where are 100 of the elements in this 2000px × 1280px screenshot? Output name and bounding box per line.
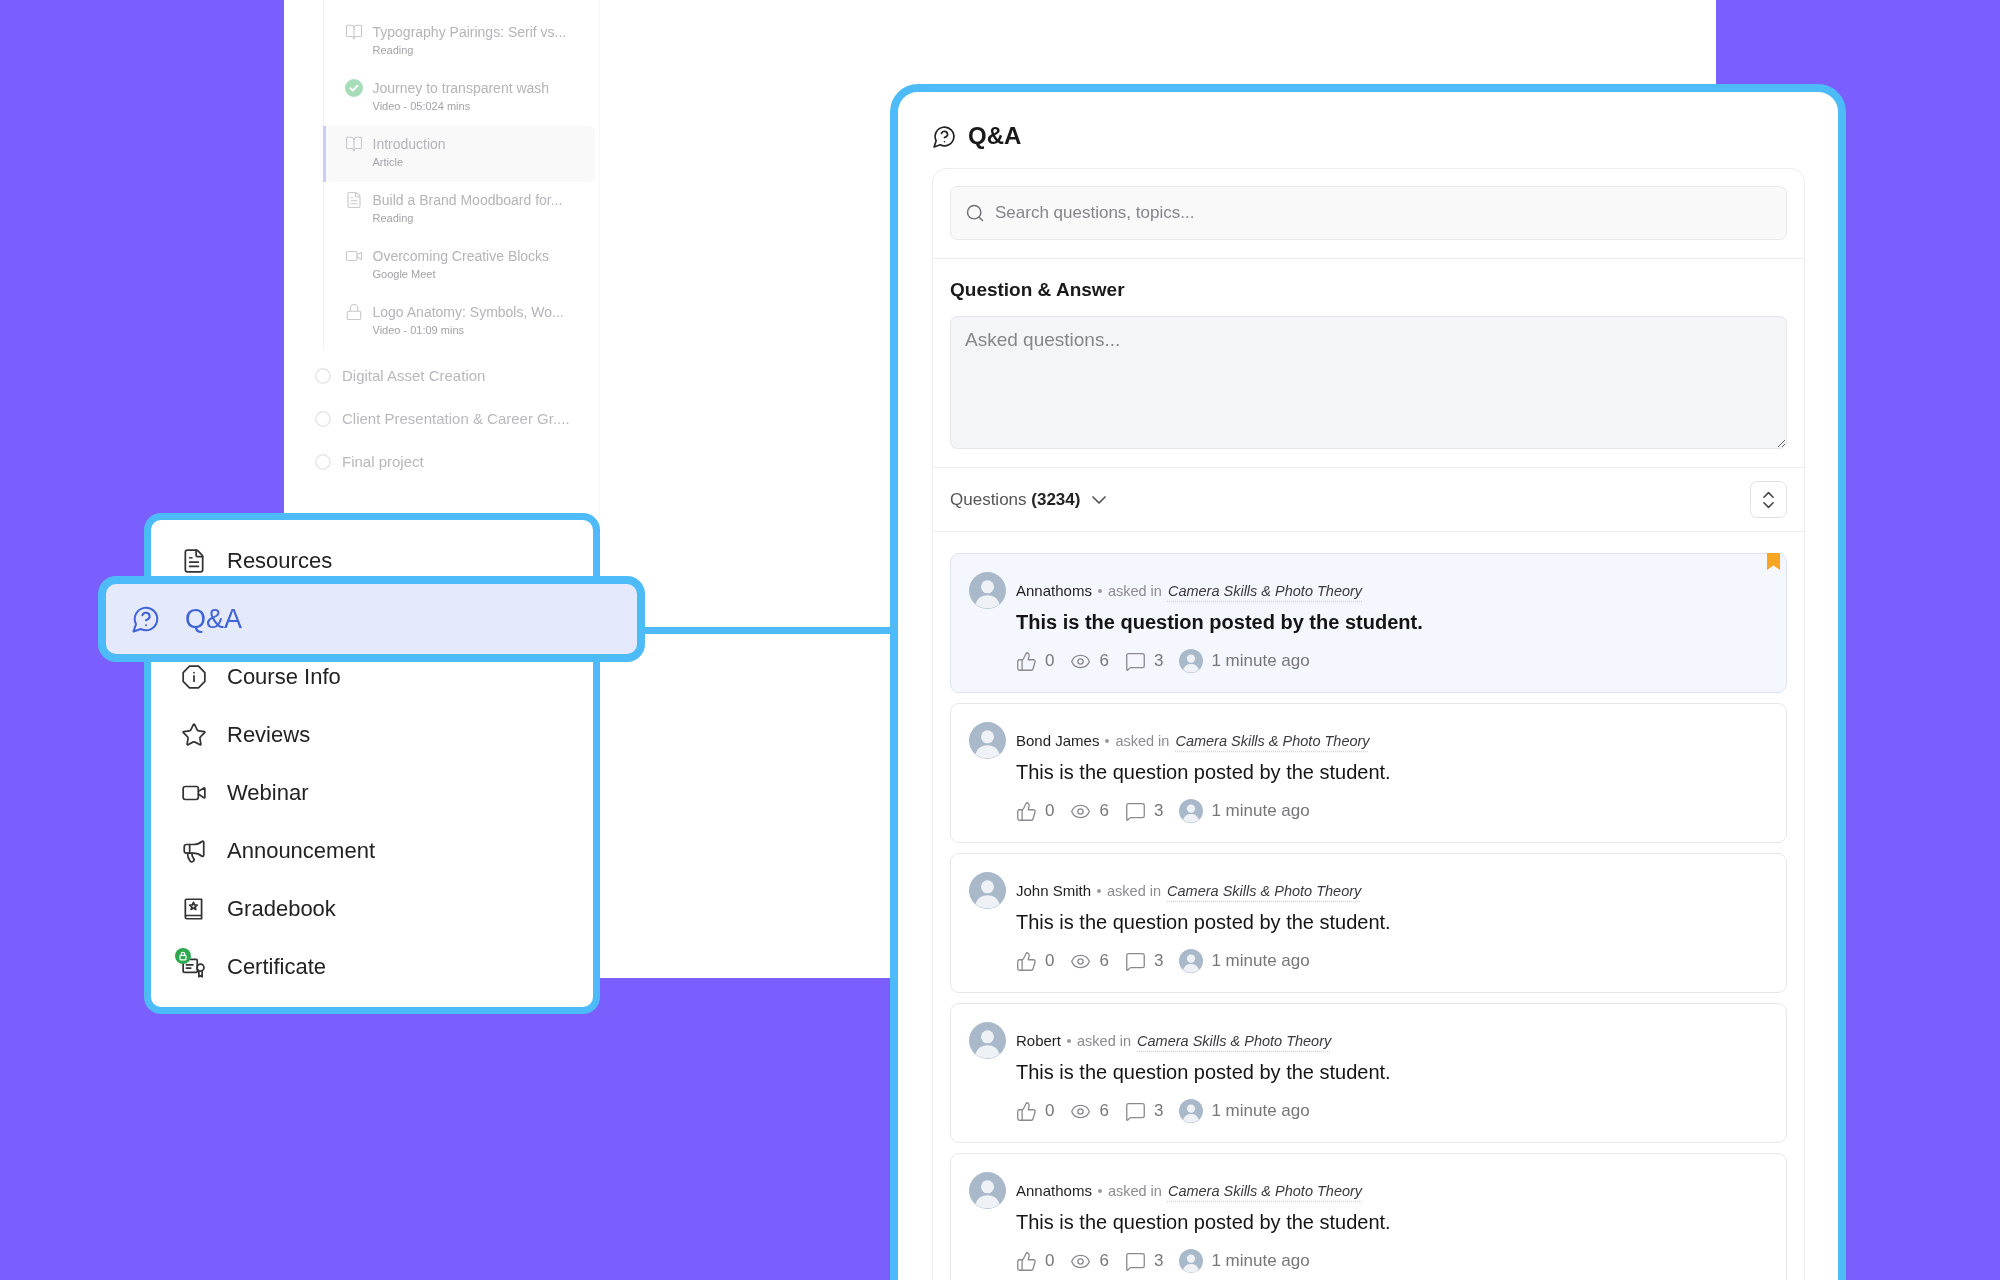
- info-icon: [181, 664, 207, 690]
- menu-item[interactable]: Resources: [151, 546, 593, 576]
- menu-item[interactable]: Announcement: [151, 836, 593, 866]
- panel-title: Q&A: [968, 122, 1022, 150]
- last-reply-time: 1 minute ago: [1211, 951, 1310, 971]
- reply-count: 3: [1153, 1251, 1164, 1271]
- lesson-title: Introduction: [372, 135, 447, 153]
- dot-icon: [1097, 588, 1102, 593]
- search-field[interactable]: Search questions, topics...: [950, 186, 1787, 240]
- star-icon: [181, 722, 207, 748]
- open-book-icon: [344, 23, 363, 41]
- thumbs-up-icon[interactable]: [1016, 950, 1037, 972]
- menu-item[interactable]: Q&A: [98, 576, 645, 662]
- lesson-meta: Video - 05:024 mins: [372, 99, 472, 113]
- menu-item[interactable]: Webinar: [151, 778, 593, 808]
- question-input[interactable]: Asked questions...: [950, 316, 1787, 449]
- asked-in-label: asked in: [1107, 1182, 1162, 1199]
- composer-title: Question & Answer: [950, 279, 1126, 301]
- thumbs-up-icon[interactable]: [1016, 800, 1037, 822]
- lock-icon: [344, 303, 363, 321]
- topic-link[interactable]: Camera Skills & Photo Theory: [1167, 882, 1362, 899]
- topic-link[interactable]: Camera Skills & Photo Theory: [1137, 1032, 1332, 1049]
- menu-item[interactable]: Reviews: [151, 720, 593, 750]
- asked-in-label: asked in: [1107, 882, 1162, 899]
- thumbs-up-icon[interactable]: [1016, 650, 1037, 672]
- dot-icon: [1105, 738, 1110, 743]
- avatar-icon: [969, 1172, 1006, 1209]
- comment-icon: [1124, 950, 1146, 972]
- like-count: 0: [1045, 651, 1055, 671]
- thumbs-up-icon[interactable]: [1016, 1100, 1037, 1122]
- view-count: 6: [1099, 801, 1109, 821]
- questions-dropdown[interactable]: Questions (3234): [950, 489, 1107, 510]
- topic-link[interactable]: Camera Skills & Photo Theory: [1167, 1182, 1363, 1199]
- avatar-icon: [969, 872, 1006, 909]
- topic-link[interactable]: Camera Skills & Photo Theory: [1167, 582, 1363, 599]
- reply-count: 3: [1153, 1101, 1164, 1121]
- last-reply-time: 1 minute ago: [1211, 801, 1310, 821]
- like-count: 0: [1045, 1101, 1055, 1121]
- chevron-down-icon: [1092, 495, 1107, 504]
- avatar-icon: [969, 722, 1006, 759]
- like-count: 0: [1045, 801, 1055, 821]
- question-text: This is the question posted by the student.: [1016, 610, 1424, 635]
- question-card[interactable]: Annathoms asked in Camera Skills & Photo Theory This is the question posted by the student. 0 6 3 1 minute ago: [950, 553, 1787, 693]
- question-text: This is the question posted by the student.: [1016, 1060, 1392, 1085]
- question-text: This is the question posted by the student.: [1016, 1210, 1392, 1235]
- topic-link[interactable]: Camera Skills & Photo Theory: [1175, 732, 1370, 749]
- reply-count: 3: [1153, 801, 1164, 821]
- check-circle-icon: [344, 79, 363, 97]
- lesson-meta: Reading: [372, 43, 415, 57]
- author-name: John Smith: [1016, 882, 1092, 899]
- avatar-icon: [969, 572, 1006, 609]
- author-name: Annathoms: [1016, 1182, 1092, 1199]
- last-reply-time: 1 minute ago: [1211, 1101, 1310, 1121]
- view-count: 6: [1099, 651, 1109, 671]
- author-name: Annathoms: [1016, 582, 1092, 599]
- avatar-icon: [1179, 1099, 1204, 1123]
- bookmark-icon[interactable]: [1767, 553, 1780, 570]
- menu-item[interactable]: Gradebook: [151, 894, 593, 924]
- author-name: Bond James: [1016, 732, 1100, 749]
- asked-in-label: asked in: [1115, 732, 1170, 749]
- view-count: 6: [1099, 951, 1109, 971]
- comment-icon: [1124, 650, 1146, 672]
- dot-icon: [1067, 1038, 1072, 1043]
- last-reply-time: 1 minute ago: [1211, 651, 1310, 671]
- like-count: 0: [1045, 1251, 1055, 1271]
- question-card[interactable]: Annathoms asked in Camera Skills & Photo Theory This is the question posted by the student. 0 6 3 1 minute ago: [950, 1153, 1787, 1280]
- view-count: 6: [1099, 1101, 1109, 1121]
- author-name: Robert: [1016, 1032, 1062, 1049]
- question-text: This is the question posted by the student.: [1016, 910, 1392, 935]
- search-icon: [965, 203, 985, 223]
- sort-button[interactable]: [1750, 481, 1787, 518]
- dot-icon: [1097, 888, 1102, 893]
- avatar-icon: [969, 1022, 1006, 1059]
- question-card[interactable]: John Smith asked in Camera Skills & Photo Theory This is the question posted by the student. 0 6 3 1 minute ago: [950, 853, 1787, 993]
- asked-in-label: asked in: [1107, 582, 1162, 599]
- reply-count: 3: [1153, 651, 1164, 671]
- open-book-icon: [344, 135, 363, 153]
- thumbs-up-icon[interactable]: [1016, 1250, 1037, 1272]
- document-icon: [344, 191, 363, 209]
- comment-icon: [1124, 800, 1146, 822]
- lesson-title: Typography Pairings: Serif vs...: [372, 23, 568, 41]
- asked-in-label: asked in: [1077, 1032, 1132, 1049]
- question-card[interactable]: Robert asked in Camera Skills & Photo Theory This is the question posted by the student. 0 6 3 1 minute ago: [950, 1003, 1787, 1143]
- lesson-meta: Reading: [372, 211, 415, 225]
- comment-icon: [1124, 1100, 1146, 1122]
- view-count: 6: [1099, 1251, 1109, 1271]
- lesson-meta: Google Meet: [372, 267, 437, 281]
- avatar-icon: [1179, 949, 1204, 973]
- comment-icon: [1124, 1250, 1146, 1272]
- avatar-icon: [1179, 799, 1204, 823]
- menu-item[interactable]: Certificate: [151, 952, 593, 982]
- dot-icon: [1097, 1188, 1102, 1193]
- like-count: 0: [1045, 951, 1055, 971]
- question-card[interactable]: Bond James asked in Camera Skills & Photo Theory This is the question posted by the student. 0 6 3 1 minute ago: [950, 703, 1787, 843]
- avatar-icon: [1179, 649, 1204, 673]
- question-text: This is the question posted by the student.: [1016, 760, 1392, 785]
- menu-item[interactable]: Course Info: [151, 662, 593, 692]
- lesson-title: Journey to transparent wash: [372, 79, 551, 97]
- megaphone-icon: [181, 838, 207, 864]
- lesson-title: Logo Anatomy: Symbols, Wo...: [372, 303, 565, 321]
